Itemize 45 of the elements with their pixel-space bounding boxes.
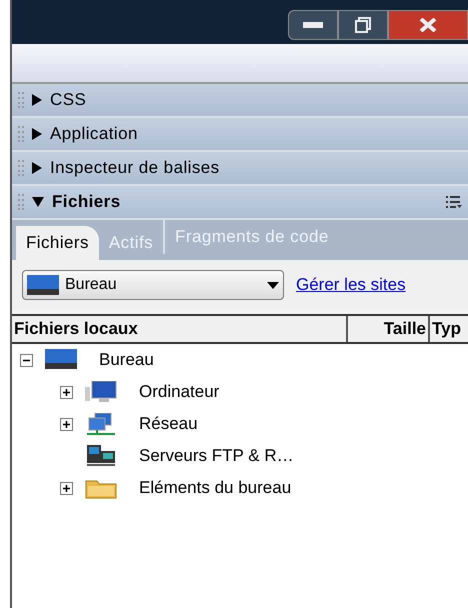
expand-icon[interactable] (60, 386, 73, 398)
expanded-triangle-icon (32, 197, 44, 207)
grip-icon (18, 194, 24, 210)
close-button[interactable] (388, 10, 468, 40)
tree-item[interactable]: Ordinateur (139, 379, 220, 405)
tab[interactable]: Fichiers (16, 226, 99, 260)
panel-title: Application (50, 123, 138, 146)
panel-title: Fichiers (52, 191, 121, 214)
minimize-icon (303, 22, 323, 28)
network-icon (85, 413, 117, 435)
tree-item[interactable]: Bureau (99, 347, 154, 373)
column-header[interactable]: Typ (428, 316, 468, 342)
grip-icon (18, 126, 24, 142)
tree-item[interactable]: Serveurs FTP & R… (139, 443, 294, 469)
tree-item[interactable]: Réseau (139, 411, 198, 437)
panel-title: CSS (50, 89, 86, 112)
caret-icon (267, 282, 279, 288)
restore-button[interactable] (338, 10, 388, 40)
computer-icon (85, 381, 117, 403)
collapsed-triangle-icon (32, 128, 42, 140)
collapsed-triangle-icon (32, 94, 42, 106)
servers-icon (85, 445, 117, 467)
collapse-icon[interactable] (20, 354, 33, 366)
grip-icon (18, 92, 24, 108)
tree-item[interactable]: Eléments du bureau (139, 475, 292, 501)
close-icon (419, 18, 437, 32)
panel-header[interactable]: Inspecteur de balises (12, 152, 468, 186)
grip-icon (18, 160, 24, 176)
column-header[interactable]: Taille (346, 316, 428, 342)
site-dropdown[interactable]: Bureau (22, 270, 284, 300)
expand-icon[interactable] (60, 482, 73, 494)
options-menu-icon[interactable] (446, 195, 462, 209)
panel-title: Inspecteur de balises (50, 157, 220, 180)
desktop-icon (27, 275, 59, 295)
minimize-button[interactable] (288, 10, 338, 40)
panel-header[interactable]: Application (12, 118, 468, 152)
collapsed-triangle-icon (32, 162, 42, 174)
restore-icon (355, 17, 371, 33)
expand-icon[interactable] (60, 418, 73, 430)
panel-header[interactable]: CSS (12, 84, 468, 118)
desktop-icon (45, 349, 77, 371)
manage-sites-link[interactable]: Gérer les sites (296, 272, 406, 298)
column-header[interactable]: Fichiers locaux (12, 316, 346, 342)
dropdown-value: Bureau (65, 275, 118, 295)
panel-header[interactable]: Fichiers (12, 186, 468, 220)
